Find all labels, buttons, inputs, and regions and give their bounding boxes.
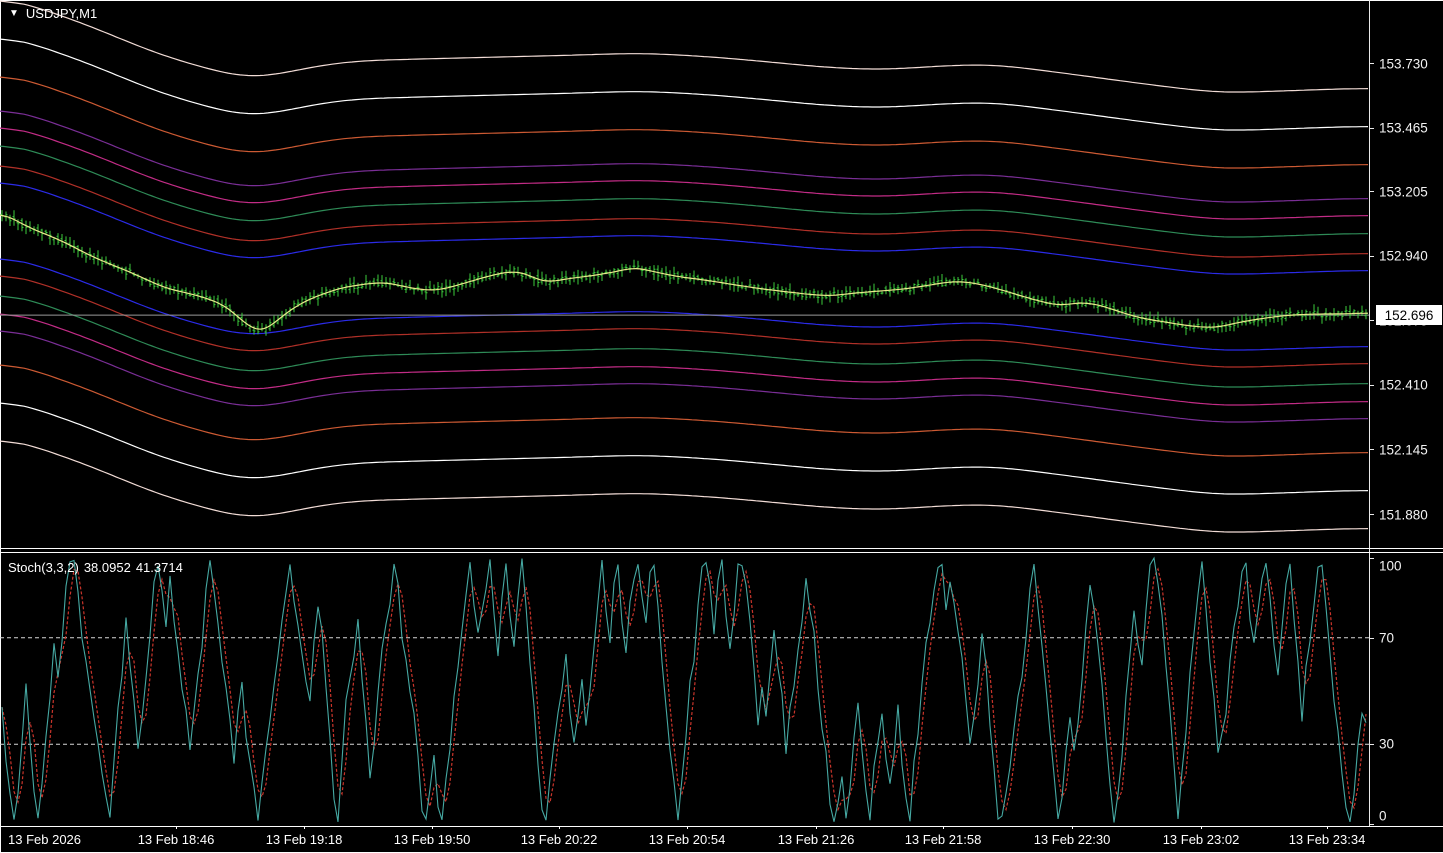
stoch-main-line <box>1 556 1367 823</box>
band-line <box>0 145 1369 238</box>
time-axis-separator <box>0 826 1443 827</box>
indicator-d-value: 41.3714 <box>135 560 183 575</box>
panel-splitter-bottom[interactable] <box>0 552 1443 553</box>
time-axis[interactable]: 13 Feb 2026 13 Feb 18:46 13 Feb 19:18 13 Fe… <box>0 826 1443 852</box>
stoch-axis-label: 30 <box>1379 736 1395 752</box>
price-axis-label: 152.410 <box>1379 377 1428 393</box>
band-line <box>0 258 1369 351</box>
time-axis-label: 13 Feb 21:26 <box>777 832 855 847</box>
band-line <box>0 440 1369 533</box>
time-axis-label: 13 Feb 19:50 <box>393 832 471 847</box>
price-axis-tick <box>1369 514 1374 515</box>
price-axis-tick <box>1369 255 1374 257</box>
stochastic-axis[interactable]: 100 70 30 0 <box>1369 553 1443 826</box>
price-axis-tick <box>1369 63 1374 64</box>
band-line <box>0 76 1369 169</box>
time-axis-label: 13 Feb 21:58 <box>904 832 982 847</box>
price-axis-label: 152.145 <box>1379 442 1428 458</box>
band-line <box>0 313 1369 406</box>
time-axis-label: 13 Feb 23:02 <box>1162 832 1240 847</box>
price-axis-tick <box>1369 449 1374 451</box>
price-axis-tick <box>1369 384 1374 386</box>
panel-splitter-top[interactable] <box>0 548 1443 549</box>
main-price-chart[interactable] <box>0 0 1369 548</box>
band-line <box>0 295 1369 388</box>
chart-symbol-title: ▼ USDJPY,M1 <box>9 6 97 21</box>
indicator-label: Stoch(3,3,2) 38.0952 41.3714 <box>8 560 188 575</box>
price-axis-tick <box>1369 320 1374 322</box>
price-axis-tick <box>1369 127 1374 129</box>
time-axis-label: 13 Feb 2026 <box>8 832 82 847</box>
stochastic-indicator-chart[interactable] <box>0 553 1369 826</box>
time-axis-label: 13 Feb 23:34 <box>1288 832 1366 847</box>
stoch-axis-tick <box>1369 744 1374 746</box>
price-bars <box>0 210 1368 336</box>
band-line <box>0 364 1369 457</box>
price-axis[interactable]: 153.730153.465153.205152.940152.675152.4… <box>1369 0 1443 548</box>
stoch-signal-line <box>1 567 1367 812</box>
indicator-k-value: 38.0952 <box>83 560 131 575</box>
chart-window: ▼ USDJPY,M1 153.730 153.465 153.205 152.940… <box>0 0 1443 853</box>
band-line <box>0 165 1369 258</box>
price-axis-label: 153.730 <box>1379 56 1428 71</box>
time-axis-label: 13 Feb 20:54 <box>648 832 726 847</box>
stoch-axis-label: 100 <box>1379 558 1402 574</box>
time-axis-label: 13 Feb 19:18 <box>265 832 343 847</box>
symbol-label: USDJPY,M1 <box>25 6 98 21</box>
band-line <box>0 0 1369 93</box>
current-price-badge: 152.696 <box>1376 305 1442 326</box>
stoch-axis-label: 70 <box>1379 630 1395 646</box>
price-axis-label: 151.880 <box>1379 507 1428 522</box>
price-axis-label: 152.940 <box>1379 248 1428 264</box>
indicator-name: Stoch(3,3,2) <box>8 560 79 575</box>
band-line <box>0 127 1369 220</box>
price-axis-tick <box>1369 191 1374 192</box>
time-axis-label: 13 Feb 20:22 <box>520 832 598 847</box>
time-axis-label: 13 Feb 18:46 <box>137 832 215 847</box>
symbol-dropdown-icon[interactable]: ▼ <box>9 7 19 20</box>
stoch-axis-tick <box>1369 637 1374 639</box>
band-line <box>0 38 1369 131</box>
time-axis-label: 13 Feb 22:30 <box>1033 832 1111 847</box>
stoch-axis-label: 0 <box>1379 808 1387 824</box>
price-axis-label: 153.205 <box>1379 184 1428 199</box>
stoch-axis-tick <box>1369 824 1374 825</box>
price-axis-label: 153.465 <box>1379 120 1428 136</box>
stoch-axis-tick <box>1369 558 1374 559</box>
